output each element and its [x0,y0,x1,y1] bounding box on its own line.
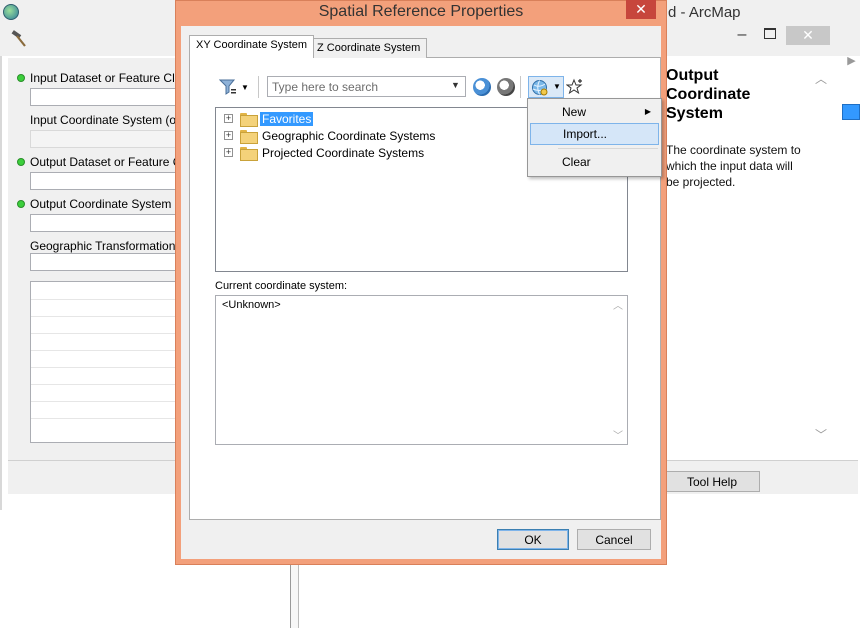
current-coordinate-system-value: <Unknown> [222,299,281,311]
input-dataset-field[interactable] [30,88,178,106]
filter-icon[interactable] [218,78,237,96]
filter-dropdown-arrow-icon[interactable]: ▼ [241,83,249,92]
add-coordinate-system-button[interactable]: ▼ [528,76,564,98]
menu-item-label: Clear [562,155,591,169]
submenu-arrow-icon: ▶ [644,107,651,116]
add-dropdown-arrow-icon[interactable]: ▼ [553,82,561,91]
chevron-down-icon[interactable]: ﹀ [610,427,626,442]
tree-item-geographic[interactable]: + Geographic Coordinate Systems [216,127,437,144]
expand-icon[interactable]: + [224,114,233,123]
dialog-close-button[interactable]: ✕ [626,0,656,19]
tree-item-label: Projected Coordinate Systems [262,145,425,160]
output-dataset-label: Output Dataset or Feature Clas [30,155,197,169]
tree-item-label: Favorites [260,111,314,126]
menu-item-import[interactable]: Import... [530,123,659,145]
favorites-folder-icon [240,112,258,127]
search-dropdown-arrow-icon[interactable]: ▼ [451,80,460,90]
output-coordinate-system-label: Output Coordinate System [30,197,172,211]
splitter-bar[interactable] [290,565,299,628]
tree-item-favorites[interactable]: + Favorites [216,110,314,127]
menu-item-new[interactable]: New ▶ [530,101,659,123]
tree-item-label: Geographic Coordinate Systems [262,128,436,143]
output-dataset-field[interactable] [30,172,178,190]
arcmap-app-icon [3,4,19,20]
dialog-title: Spatial Reference Properties [318,3,524,20]
folder-icon [240,129,258,144]
menu-item-clear[interactable]: Clear [530,151,659,173]
background-close-button[interactable]: ✕ [786,26,830,45]
current-box-scrollbar[interactable]: ︿ ﹀ [610,297,626,443]
required-dot-icon [17,74,25,82]
required-dot-icon [17,200,25,208]
help-panel-title: Output Coordinate System [666,67,751,122]
menu-separator [558,148,658,149]
cancel-button[interactable]: Cancel [577,529,651,550]
folder-icon [240,146,258,161]
tab-xy-coordinate-system[interactable]: XY Coordinate System [189,35,315,58]
arcmap-window-title: d - ArcMap [668,4,741,21]
chevron-down-icon[interactable]: ﹀ [814,426,828,443]
search-input[interactable] [267,76,466,97]
input-dataset-label: Input Dataset or Feature Class [30,71,194,85]
scroll-right-icon[interactable]: ▶ [843,46,860,76]
input-coordinate-system-field[interactable] [30,130,178,148]
current-coordinate-system-label: Current coordinate system: [215,280,348,292]
toolbar-separator [520,76,521,98]
current-coordinate-system-box[interactable] [215,295,628,445]
search-location-icon[interactable] [497,78,515,96]
geographic-transformation-label: Geographic Transformation (op [30,239,197,253]
add-coordinate-system-menu: New ▶ Import... Clear [527,98,662,177]
input-coordinate-system-label: Input Coordinate System (optior [30,113,200,127]
chevron-up-icon[interactable]: ︿ [814,70,828,87]
selected-chip[interactable] [842,104,860,120]
tree-item-projected[interactable]: + Projected Coordinate Systems [216,144,426,161]
globe-icon [532,80,548,96]
chevron-up-icon[interactable]: ︿ [610,297,626,312]
geographic-transformation-field[interactable] [30,253,178,271]
tool-help-button[interactable]: Tool Help [664,471,760,492]
expand-icon[interactable]: + [224,148,233,157]
maximize-button[interactable] [764,28,776,39]
window-edge [0,56,2,510]
ok-button[interactable]: OK [497,529,569,550]
menu-item-label: Import... [563,127,608,141]
toolbar-separator [258,76,259,98]
help-panel-text: The coordinate system to which the input… [666,143,801,189]
menu-item-label: New [562,105,587,119]
minimize-button[interactable]: – [735,26,749,44]
output-coordinate-system-field[interactable] [30,214,178,232]
tab-z-coordinate-system[interactable]: Z Coordinate System [310,38,428,58]
expand-icon[interactable]: + [224,131,233,140]
search-go-icon[interactable] [473,78,491,96]
help-panel-scrollbar[interactable]: ︿ ﹀ [814,70,828,442]
tool-dialog-titlebar [665,26,860,48]
hammer-icon [10,30,28,53]
transformation-list[interactable] [30,281,176,443]
add-favorite-star-icon[interactable] [565,78,584,99]
required-dot-icon [17,158,25,166]
